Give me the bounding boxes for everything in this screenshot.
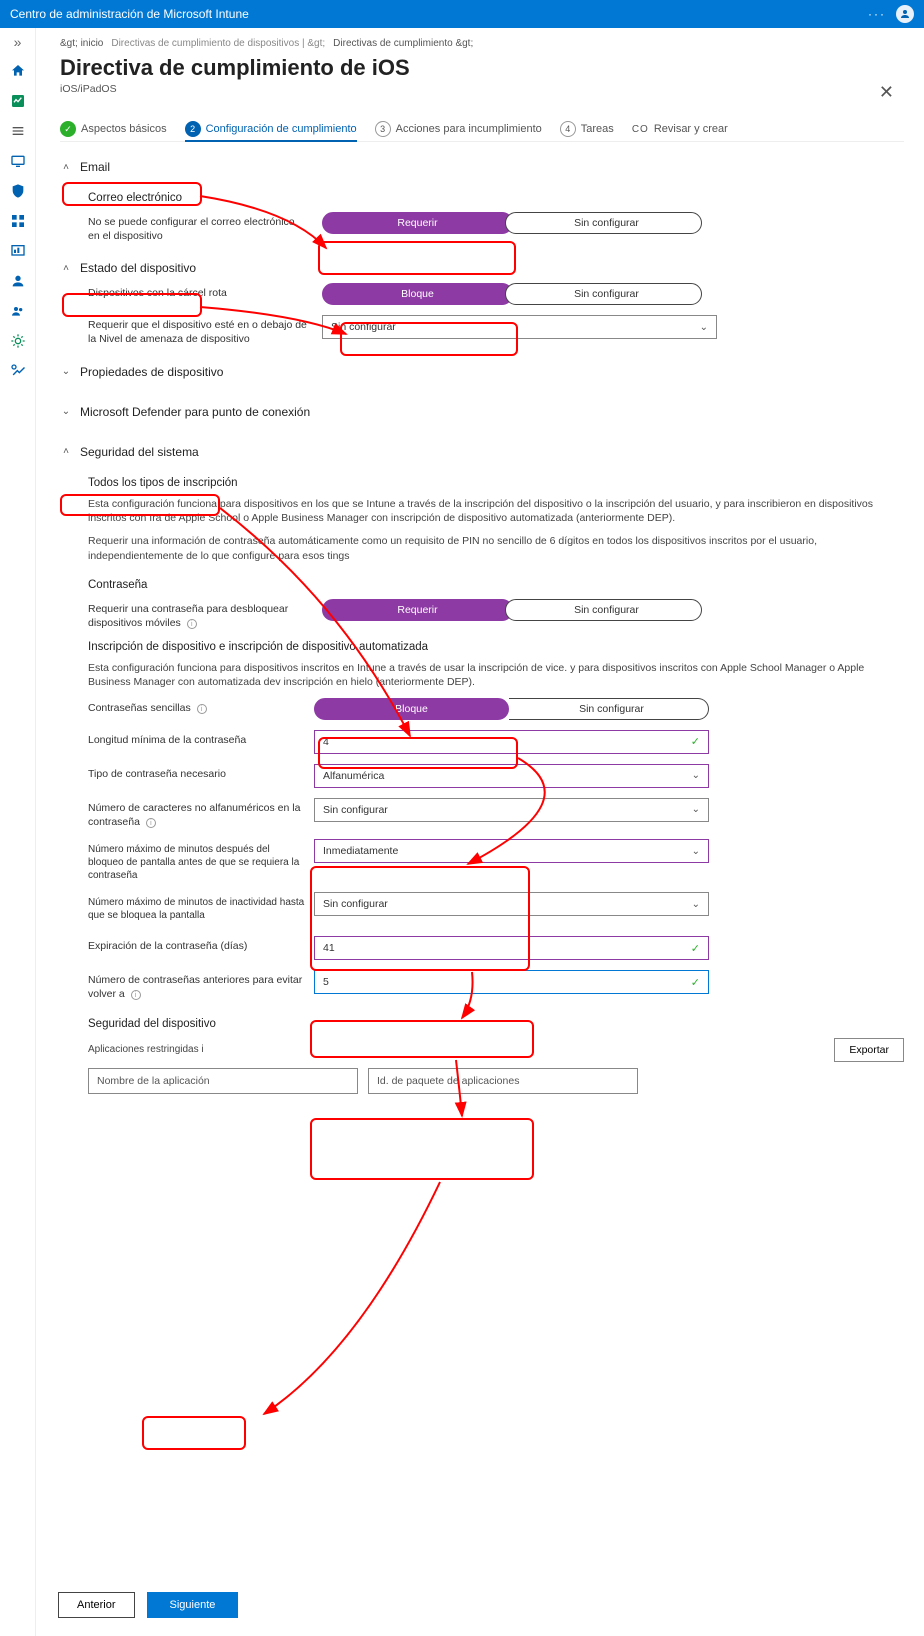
dashboard-icon[interactable]: [9, 92, 27, 110]
chevron-down-icon: ⌄: [700, 322, 708, 333]
info-icon: i: [197, 704, 207, 714]
previous-button[interactable]: Anterior: [58, 1592, 135, 1618]
wizard-footer: Anterior Siguiente: [36, 1580, 924, 1636]
reports-icon[interactable]: [9, 242, 27, 260]
password-type-label: Tipo de contraseña necesario: [88, 764, 308, 782]
device-security-head: Seguridad del dispositivo: [88, 1018, 904, 1030]
email-subhead: Correo electrónico: [88, 192, 904, 204]
app-name-input[interactable]: Nombre de la aplicación: [88, 1068, 358, 1094]
user-icon[interactable]: [9, 272, 27, 290]
chevron-down-icon: ⌄: [60, 406, 72, 417]
section-device-props-toggle[interactable]: ⌄ Propiedades de dispositivo: [60, 357, 904, 387]
section-defender-toggle[interactable]: ⌄ Microsoft Defender para punto de conex…: [60, 397, 904, 427]
syssec-desc1: Esta configuración funciona para disposi…: [88, 497, 904, 526]
enroll-head: Inscripción de dispositivo e inscripción…: [88, 641, 904, 653]
password-expiration-input[interactable]: 41 ✓: [314, 936, 709, 960]
chevron-down-icon: ⌄: [692, 804, 700, 815]
breadcrumb-home[interactable]: &gt; inicio: [60, 38, 103, 49]
simple-passwords-toggle[interactable]: Bloque Sin configurar: [314, 698, 709, 720]
breadcrumb-last[interactable]: Directivas de cumplimiento &gt;: [333, 38, 473, 49]
syssec-desc3: Esta configuración funciona para disposi…: [88, 661, 904, 690]
chevron-down-icon: ⌄: [60, 366, 72, 377]
min-length-label: Longitud mínima de la contraseña: [88, 730, 308, 748]
password-type-dropdown[interactable]: Alfanumérica ⌄: [314, 764, 709, 788]
max-minutes-inactivity-label: Número máximo de minutos de inactividad …: [88, 892, 308, 922]
list-icon[interactable]: [9, 122, 27, 140]
home-icon[interactable]: [9, 62, 27, 80]
previous-passwords-label: Número de contraseñas anteriores para ev…: [88, 970, 308, 1001]
section-email-toggle[interactable]: ˄ Email: [60, 152, 904, 182]
info-icon: i: [201, 1044, 203, 1055]
main-content: &gt; inicio Directivas de cumplimiento d…: [36, 28, 924, 1636]
section-system-security: ˄ Seguridad del sistema Todos los tipos …: [60, 437, 904, 1094]
syssec-desc2: Requerir una información de contraseña a…: [88, 534, 904, 563]
devices-icon[interactable]: [9, 152, 27, 170]
info-icon: i: [146, 818, 156, 828]
section-email: ˄ Email Correo electrónico No se puede c…: [60, 152, 904, 243]
step-basics[interactable]: ✓Aspectos básicos: [60, 121, 167, 137]
all-enrollment-types: Todos los tipos de inscripción: [88, 477, 904, 489]
info-icon: i: [131, 990, 141, 1000]
email-require-toggle[interactable]: Requerir Sin configurar: [322, 212, 702, 234]
section-system-security-toggle[interactable]: ˄ Seguridad del sistema: [60, 437, 904, 467]
info-icon: i: [187, 619, 197, 629]
threat-level-dropdown[interactable]: Sin configurar ⌄: [322, 315, 717, 339]
avatar-icon[interactable]: [896, 5, 914, 23]
chevron-up-icon: ˄: [60, 162, 72, 173]
step-review[interactable]: CORevisar y crear: [632, 123, 728, 135]
troubleshoot-icon[interactable]: [9, 362, 27, 380]
wizard-steps: ✓Aspectos básicos 2Configuración de cump…: [60, 121, 904, 142]
next-button[interactable]: Siguiente: [147, 1592, 239, 1618]
step-assignments[interactable]: 4Tareas: [560, 121, 614, 137]
require-password-label: Requerir una contraseña para desbloquear…: [88, 599, 308, 630]
breadcrumb-mid[interactable]: Directivas de cumplimiento de dispositiv…: [111, 38, 325, 49]
email-cannot-setup-label: No se puede configurar el correo electró…: [88, 212, 308, 243]
jailbroken-toggle[interactable]: Bloque Sin configurar: [322, 283, 702, 305]
password-head: Contraseña: [88, 579, 904, 591]
chevron-down-icon: ⌄: [692, 899, 700, 910]
nonalpha-dropdown[interactable]: Sin configurar ⌄: [314, 798, 709, 822]
max-minutes-inactivity-dropdown[interactable]: Sin configurar ⌄: [314, 892, 709, 916]
check-icon: ✓: [691, 942, 700, 955]
chevron-down-icon: ⌄: [692, 846, 700, 857]
breadcrumb: &gt; inicio Directivas de cumplimiento d…: [60, 38, 904, 49]
previous-passwords-input[interactable]: 5 ✓: [314, 970, 709, 994]
jailbroken-label: Dispositivos con la cárcel rota: [88, 283, 308, 301]
check-icon: ✓: [691, 735, 700, 748]
require-password-toggle[interactable]: Requerir Sin configurar: [322, 599, 702, 621]
section-device-props: ⌄ Propiedades de dispositivo: [60, 357, 904, 387]
section-device-health: ˄ Estado del dispositivo Dispositivos co…: [60, 253, 904, 346]
max-minutes-lock-dropdown[interactable]: Inmediatamente ⌄: [314, 839, 709, 863]
section-device-health-toggle[interactable]: ˄ Estado del dispositivo: [60, 253, 904, 283]
shield-icon[interactable]: [9, 182, 27, 200]
chevron-up-icon: ˄: [60, 446, 72, 457]
top-bar: Centro de administración de Microsoft In…: [0, 0, 924, 28]
threat-level-label: Requerir que el dispositivo esté en o de…: [88, 315, 308, 346]
sidebar: »: [0, 28, 36, 1636]
min-length-input[interactable]: 4 ✓: [314, 730, 709, 754]
close-icon[interactable]: ✕: [879, 82, 894, 103]
more-icon[interactable]: ···: [868, 7, 886, 21]
page-subtitle: iOS/iPadOS: [60, 83, 904, 95]
sidebar-expand-icon[interactable]: »: [14, 34, 22, 50]
password-expiration-label: Expiración de la contraseña (días): [88, 936, 308, 954]
step-actions[interactable]: 3Acciones para incumplimiento: [375, 121, 542, 137]
nonalpha-label: Número de caracteres no alfanuméricos en…: [88, 798, 308, 829]
topbar-title: Centro de administración de Microsoft In…: [10, 7, 249, 21]
bundle-id-input[interactable]: Id. de paquete de aplicaciones: [368, 1068, 638, 1094]
chevron-down-icon: ⌄: [692, 770, 700, 781]
groups-icon[interactable]: [9, 302, 27, 320]
page-title: Directiva de cumplimiento de iOS: [60, 55, 904, 81]
export-button[interactable]: Exportar: [834, 1038, 904, 1062]
check-icon: ✓: [691, 976, 700, 989]
restricted-apps-label: Aplicaciones restringidas: [88, 1044, 199, 1055]
section-defender: ⌄ Microsoft Defender para punto de conex…: [60, 397, 904, 427]
max-minutes-lock-label: Número máximo de minutos después del blo…: [88, 839, 308, 882]
chevron-up-icon: ˄: [60, 263, 72, 274]
simple-passwords-label: Contraseñas sencillas i: [88, 698, 308, 716]
tenant-admin-icon[interactable]: [9, 332, 27, 350]
step-compliance-settings[interactable]: 2Configuración de cumplimiento: [185, 121, 357, 142]
apps-icon[interactable]: [9, 212, 27, 230]
